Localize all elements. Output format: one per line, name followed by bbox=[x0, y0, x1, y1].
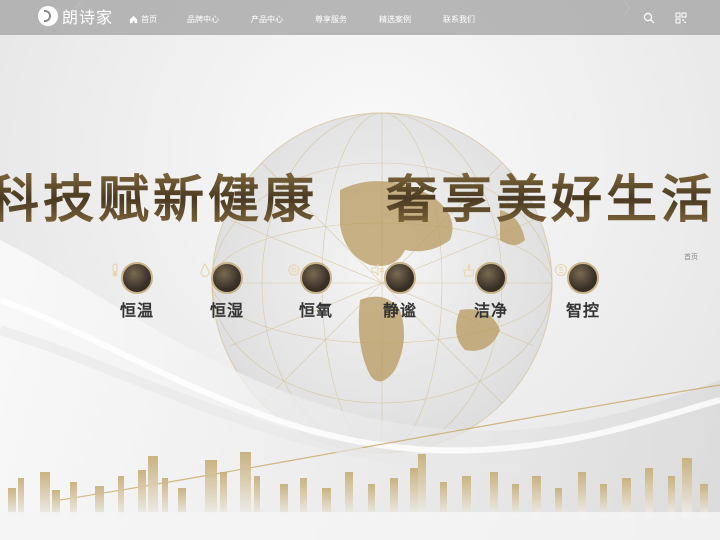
qrcode-icon[interactable] bbox=[675, 12, 687, 24]
nav-item-services[interactable]: 尊享服务 bbox=[315, 14, 347, 25]
slide-label: 首页 bbox=[684, 253, 698, 261]
headline-left: 科技赋新健康 bbox=[0, 158, 318, 232]
nav-item-contact[interactable]: 联系我们 bbox=[443, 14, 475, 25]
feature-label: 智控 bbox=[565, 301, 600, 320]
home-icon bbox=[129, 15, 138, 24]
nav-label: 产品中心 bbox=[251, 15, 283, 24]
logo-icon bbox=[38, 6, 58, 26]
nav-label: 精选案例 bbox=[379, 15, 411, 24]
search-icon[interactable] bbox=[643, 12, 655, 24]
feature-quiet[interactable]: 静谧 bbox=[370, 262, 430, 321]
feature-label: 静谧 bbox=[382, 301, 417, 320]
nav-item-products[interactable]: 产品中心 bbox=[251, 14, 283, 25]
thermometer-icon bbox=[112, 262, 153, 294]
top-navbar: 朗诗家 首页 品牌中心 产品中心 尊享服务 精选案例 联系我们 bbox=[0, 0, 720, 35]
mute-speaker-icon bbox=[371, 262, 416, 294]
feature-constant-temperature[interactable]: 恒温 bbox=[107, 262, 167, 321]
hero-headline: 科技赋新健康 奢享美好生活 bbox=[0, 158, 720, 230]
nav-item-brand[interactable]: 品牌中心 bbox=[187, 14, 219, 25]
clean-brush-icon bbox=[463, 262, 507, 294]
feature-constant-humidity[interactable]: 恒湿 bbox=[197, 262, 257, 321]
feature-clean[interactable]: 洁净 bbox=[461, 262, 521, 321]
feature-label: 恒氧 bbox=[298, 301, 333, 320]
droplet-icon bbox=[200, 262, 243, 294]
feature-label: 洁净 bbox=[473, 301, 508, 320]
nav-item-home[interactable]: 首页 bbox=[129, 14, 157, 25]
feature-constant-oxygen[interactable]: 恒氧 bbox=[286, 262, 346, 321]
nav-label: 首页 bbox=[141, 15, 157, 24]
brand-name: 朗诗家 bbox=[62, 8, 114, 27]
feature-smart-control[interactable]: 智控 bbox=[553, 262, 613, 321]
feature-label: 恒温 bbox=[119, 301, 154, 320]
headline-right: 奢享美好生活 bbox=[386, 158, 716, 232]
brand-logo[interactable]: 朗诗家 bbox=[38, 4, 113, 28]
feature-label: 恒湿 bbox=[209, 301, 244, 320]
oxygen-icon bbox=[288, 262, 332, 294]
nav-label: 尊享服务 bbox=[315, 15, 347, 24]
smart-control-icon bbox=[554, 262, 599, 294]
nav-label: 联系我们 bbox=[443, 15, 475, 24]
nav-item-cases[interactable]: 精选案例 bbox=[379, 14, 411, 25]
hero-banner: 科技赋新健康 奢享美好生活 首页 恒温 恒湿 恒氧 静谧 洁净 智控 bbox=[0, 0, 720, 540]
nav-label: 品牌中心 bbox=[187, 15, 219, 24]
